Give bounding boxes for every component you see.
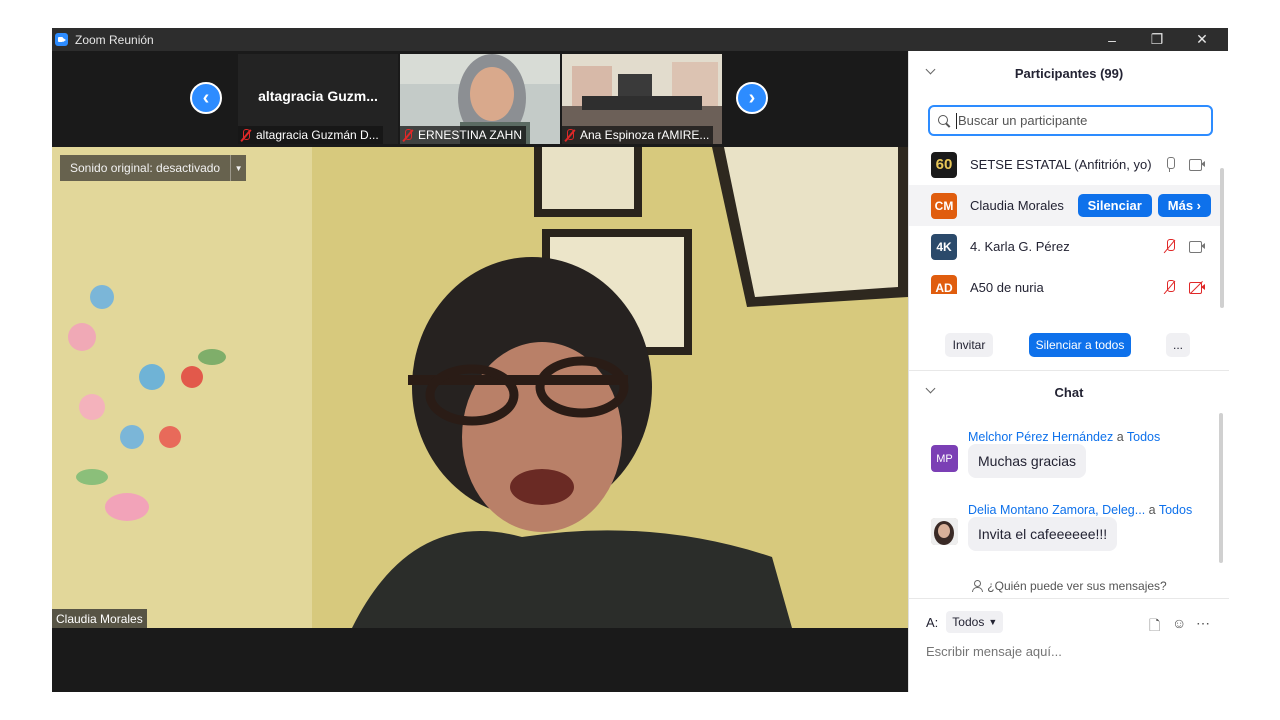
participant-name: 4. Karla G. Pérez (970, 239, 1070, 254)
chat-title: Chat (1054, 384, 1084, 400)
recipient-label: A: (926, 614, 939, 630)
zoom-logo-icon (55, 33, 68, 46)
recipient-select[interactable]: Todos ▼ (946, 611, 1004, 633)
mute-all-button[interactable]: Silenciar a todos (1029, 333, 1131, 357)
original-sound-toggle[interactable]: Sonido original: desactivado ▼ (60, 155, 247, 181)
participant-row[interactable]: 4K 4. Karla G. Pérez (909, 226, 1221, 267)
thumbnail-name-label: Ana Espinoza rAMIRE... (562, 126, 714, 144)
more-icon[interactable]: ⋯ (1196, 615, 1210, 632)
avatar: MP (931, 445, 958, 472)
emoji-icon[interactable]: ☺ (1172, 615, 1186, 631)
video-bottom-area (52, 628, 908, 692)
microphone-muted-icon[interactable] (1165, 239, 1175, 254)
participant-search-placeholder: Buscar un participante (958, 113, 1088, 128)
more-actions-button[interactable]: ... (1166, 333, 1190, 357)
participant-thumbnail[interactable]: ERNESTINA ZAHN (400, 54, 560, 144)
message-sender: Delia Montano Zamora, Deleg... a Todos (968, 503, 1193, 517)
participant-row[interactable]: AD A50 de nuria (909, 267, 1221, 294)
collapse-chat-icon[interactable] (925, 383, 936, 394)
original-sound-label: Sonido original: desactivado (70, 161, 221, 175)
avatar: CM (931, 192, 957, 219)
participant-actions: Invitar Silenciar a todos ... (909, 333, 1229, 357)
participant-thumbnail[interactable]: altagracia Guzm... altagracia Guzmán D..… (238, 54, 398, 144)
restore-button[interactable]: ❐ (1134, 28, 1180, 51)
avatar: AD (931, 274, 957, 294)
thumbnail-strip: ‹ altagracia Guzm... altagracia Guzmán D… (52, 51, 908, 147)
participants-header: Participantes (99) (909, 53, 1229, 93)
avatar (931, 518, 958, 545)
microphone-icon[interactable] (1165, 157, 1175, 172)
thumbnail-display-name: altagracia Guzm... (258, 88, 378, 104)
chevron-down-icon: ▼ (988, 617, 998, 627)
collapse-participants-icon[interactable] (925, 64, 936, 75)
avatar: 60 (931, 151, 957, 178)
participant-scrollbar[interactable] (1220, 166, 1225, 316)
who-can-see-label: ¿Quién puede ver sus mensajes? (987, 579, 1167, 593)
text-cursor (956, 112, 957, 129)
mic-muted-icon (402, 128, 414, 142)
avatar-photo (931, 518, 958, 545)
chat-message-input[interactable] (926, 641, 1216, 661)
camera-off-icon[interactable] (1189, 281, 1205, 294)
participants-title: Participantes (99) (1014, 65, 1124, 81)
participant-thumbnail[interactable]: Ana Espinoza rAMIRE... (562, 54, 722, 144)
window-title: Zoom Reunión (75, 32, 154, 47)
mute-participant-button[interactable]: Silenciar (1077, 194, 1152, 217)
section-divider (909, 370, 1229, 371)
active-speaker-video: Sonido original: desactivado ▼ Claudia M… (52, 147, 908, 628)
chat-message-list: Melchor Pérez Hernández a Todos MP Mucha… (909, 416, 1229, 581)
thumbnail-name-label: ERNESTINA ZAHN (400, 126, 527, 144)
speaker-name-label: Claudia Morales (52, 609, 147, 628)
participant-list: 60 SETSE ESTATAL (Anfitrión, yo) CM Clau… (909, 144, 1221, 294)
next-page-button[interactable]: › (736, 82, 768, 114)
section-divider (909, 598, 1229, 599)
search-icon (938, 114, 950, 127)
message-bubble: Muchas gracias (968, 444, 1087, 478)
mic-muted-icon (564, 128, 576, 142)
camera-icon[interactable] (1189, 241, 1205, 253)
chat-scrollbar[interactable] (1219, 413, 1224, 573)
prev-page-button[interactable]: ‹ (190, 82, 222, 114)
more-options-button[interactable]: Más › (1157, 194, 1211, 217)
thumbnail-name: ERNESTINA ZAHN (418, 128, 523, 142)
invite-button[interactable]: Invitar (945, 333, 993, 357)
recipient-value: Todos (952, 615, 985, 629)
camera-icon[interactable] (1189, 159, 1205, 171)
thumbnail-name-label: altagracia Guzmán D... (238, 126, 383, 144)
zoom-window: Zoom Reunión – ❐ ✕ ‹ altagracia Guzm... … (52, 28, 1229, 692)
side-panel: Participantes (99) Buscar un participant… (908, 51, 1229, 692)
close-button[interactable]: ✕ (1179, 28, 1225, 51)
participant-search-input[interactable]: Buscar un participante (928, 105, 1213, 136)
participant-name: Claudia Morales (970, 198, 1064, 213)
thumbnail-name: altagracia Guzmán D... (256, 128, 379, 142)
thumbnail-name: Ana Espinoza rAMIRE... (580, 128, 710, 142)
microphone-muted-icon[interactable] (1165, 280, 1175, 294)
who-can-see-messages-link[interactable]: ¿Quién puede ver sus mensajes? (909, 576, 1229, 596)
file-icon[interactable]: 🗋 (1149, 615, 1160, 639)
message-bubble: Invita el cafeeeeee!!! (968, 517, 1118, 551)
participant-name: SETSE ESTATAL (Anfitrión, yo) (970, 157, 1152, 172)
chat-header: Chat (909, 372, 1229, 412)
participant-row[interactable]: 60 SETSE ESTATAL (Anfitrión, yo) (909, 144, 1221, 185)
participant-row[interactable]: CM Claudia Morales Silenciar Más › (909, 185, 1221, 226)
participant-name: A50 de nuria (970, 280, 1044, 294)
title-bar: Zoom Reunión – ❐ ✕ (52, 28, 1228, 51)
mic-muted-icon (240, 128, 252, 142)
avatar: 4K (931, 233, 957, 260)
person-icon (971, 580, 984, 592)
speaker-video-frame (52, 147, 908, 628)
chevron-down-icon[interactable]: ▼ (230, 155, 246, 181)
message-sender: Melchor Pérez Hernández a Todos (968, 430, 1161, 444)
minimize-button[interactable]: – (1089, 28, 1135, 51)
